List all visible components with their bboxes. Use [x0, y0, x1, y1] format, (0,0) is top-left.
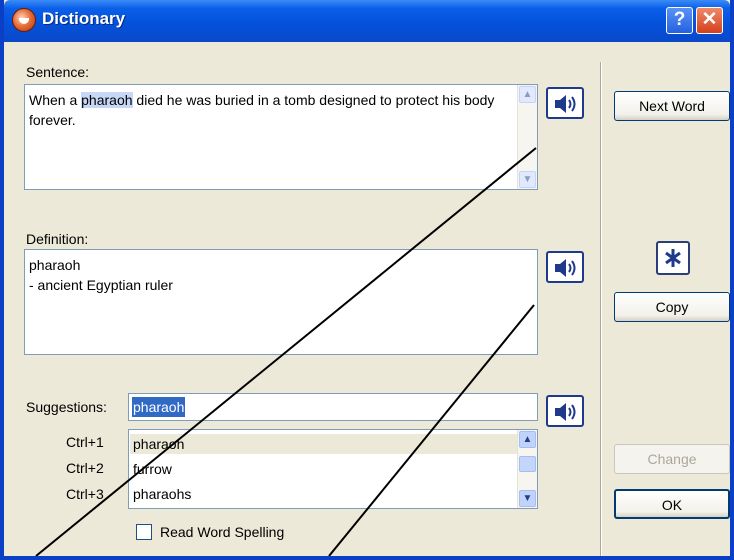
annotation-line: [35, 147, 537, 556]
annotation-lines: [35, 147, 537, 556]
dictionary-window: Dictionary ? ✕ Sentence: When a pharaoh …: [0, 0, 734, 560]
annotation-line: [328, 304, 535, 556]
